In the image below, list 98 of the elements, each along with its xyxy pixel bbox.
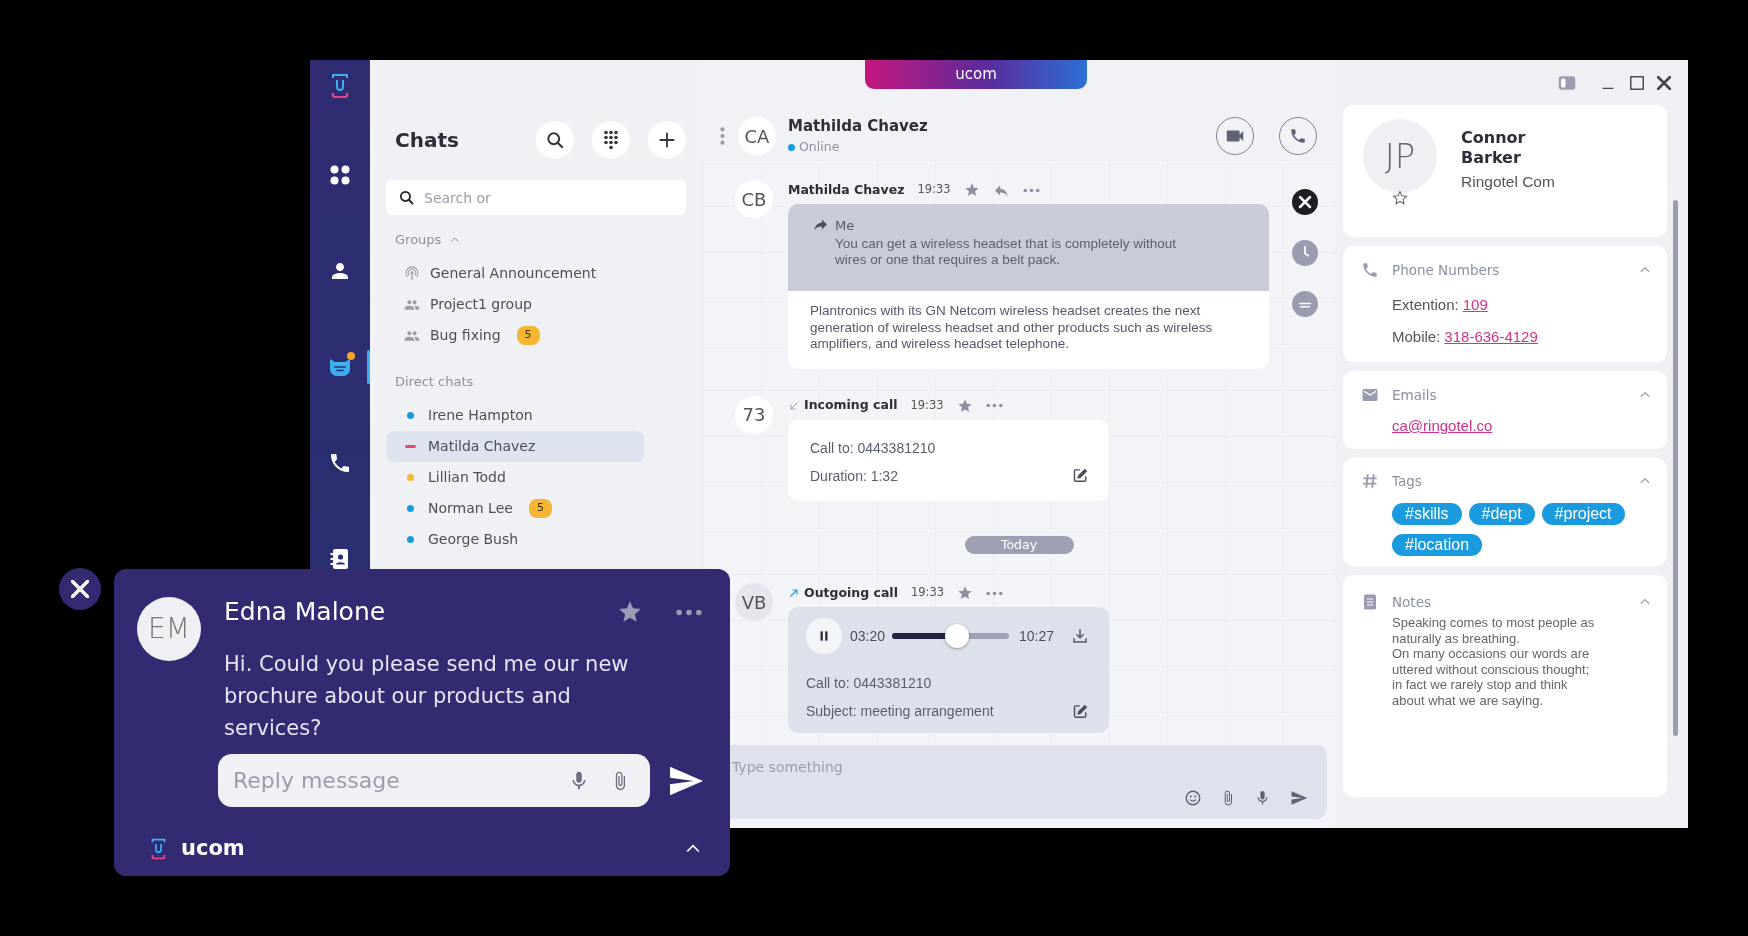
emoji-icon[interactable] bbox=[1184, 789, 1202, 807]
chat-list-item[interactable]: Matilda Chavez bbox=[386, 431, 644, 462]
date-separator: Today bbox=[964, 535, 1074, 554]
email-link[interactable]: ca@ringotel.co bbox=[1392, 417, 1493, 434]
more-options-icon[interactable] bbox=[986, 590, 1004, 596]
star-icon[interactable] bbox=[963, 182, 980, 198]
call-detail: Call to: 0443381210 bbox=[806, 674, 932, 693]
message-time: 19:33 bbox=[910, 584, 945, 602]
reply-field[interactable]: Reply message bbox=[218, 754, 650, 807]
dialpad-button[interactable] bbox=[592, 121, 630, 159]
search-button[interactable] bbox=[536, 121, 574, 159]
avatar: EM bbox=[137, 597, 201, 661]
contact-name: Mathilda Chavez bbox=[788, 116, 928, 138]
section-title: Phone Numbers bbox=[1392, 260, 1500, 280]
total-time: 10:27 bbox=[1019, 626, 1055, 646]
close-button[interactable] bbox=[59, 568, 101, 610]
hash-icon bbox=[1361, 472, 1379, 490]
notes-icon bbox=[1361, 593, 1379, 611]
sender-name: Mathilda Chavez bbox=[788, 180, 905, 199]
phone-link[interactable]: 318-636-4129 bbox=[1444, 328, 1538, 345]
phone-icon bbox=[328, 451, 352, 475]
edit-icon[interactable] bbox=[1072, 467, 1089, 484]
section-label: Direct chats bbox=[395, 373, 474, 392]
online-dot bbox=[788, 143, 795, 151]
outgoing-arrow-icon bbox=[788, 587, 800, 599]
avatar: CB bbox=[735, 180, 773, 218]
logo-icon bbox=[150, 837, 167, 861]
chat-list-item[interactable]: Norman Lee 5 bbox=[386, 493, 644, 524]
more-options-icon[interactable] bbox=[985, 403, 1003, 408]
search-field[interactable]: Search or bbox=[386, 180, 686, 215]
chat-list-item[interactable]: Irene Hampton bbox=[386, 400, 644, 431]
elapsed-time: 03:20 bbox=[850, 626, 886, 646]
star-icon[interactable] bbox=[956, 397, 973, 414]
broadcast-icon bbox=[404, 265, 420, 282]
plus-icon bbox=[657, 130, 677, 150]
close-icon bbox=[71, 580, 89, 598]
count-badge: 5 bbox=[528, 499, 552, 518]
panel-title: Chats bbox=[395, 127, 459, 154]
scrollbar[interactable] bbox=[1673, 200, 1678, 736]
notes-text: Speaking comes to most people as naturally as breathing. On many occasions our words are uttered without conscious thought; in fact we rarely stop and think about what we are saying. bbox=[1392, 615, 1596, 709]
call-detail: Subject: meeting arrangement bbox=[806, 702, 994, 721]
phone-icon bbox=[1361, 261, 1379, 279]
star-icon[interactable] bbox=[617, 599, 643, 625]
slider-thumb[interactable] bbox=[945, 624, 969, 648]
avatar: CA bbox=[738, 117, 776, 155]
avatar: JP bbox=[1363, 119, 1437, 193]
section-title: Emails bbox=[1392, 385, 1437, 405]
sender-name: Edna Malone bbox=[224, 596, 386, 629]
search-icon bbox=[545, 130, 565, 150]
maximize-icon[interactable] bbox=[1630, 75, 1644, 90]
message-time: 19:33 bbox=[917, 181, 951, 199]
brand-name: ucom bbox=[181, 835, 245, 863]
message-text: Plantronics with its GN Netcom wireless headset creates the next generation of wireless headset and other products such as wireless amplifiers, and wireless headset telephone. bbox=[809, 302, 1214, 353]
dialpad-icon bbox=[603, 130, 619, 150]
section-label: Groups bbox=[395, 231, 442, 250]
quote-author: Me bbox=[835, 217, 856, 235]
grid-icon bbox=[328, 163, 352, 187]
status-text: Online bbox=[799, 137, 840, 156]
message-text: Hi. Could you please send me our new brochure about our products and services? bbox=[224, 651, 630, 742]
search-icon bbox=[398, 189, 415, 206]
section-title: Notes bbox=[1392, 592, 1431, 612]
mail-icon bbox=[1361, 386, 1379, 404]
call-detail: Call to: 0443381210 bbox=[810, 438, 936, 458]
chat-list-item[interactable]: Lillian Todd bbox=[386, 462, 644, 493]
avatar: VB bbox=[735, 583, 773, 621]
field-label: Mobile: bbox=[1392, 328, 1441, 345]
add-button[interactable] bbox=[648, 121, 686, 159]
chat-list-item[interactable]: George Bush bbox=[386, 524, 644, 555]
minus-icon[interactable] bbox=[1292, 291, 1318, 317]
avatar: 73 bbox=[735, 395, 773, 434]
message-time: 19:33 bbox=[910, 396, 944, 414]
quoted-text: You can get a wireless headset that is completely without wires or one that requires a belt pack. bbox=[835, 235, 1177, 268]
more-options-icon[interactable] bbox=[675, 608, 703, 616]
close-icon[interactable] bbox=[1292, 189, 1318, 215]
more-options-icon[interactable] bbox=[1022, 187, 1040, 193]
field-label: Extention: bbox=[1392, 296, 1459, 313]
call-detail: Duration: 1:32 bbox=[810, 466, 898, 486]
sidebar-toggle-icon[interactable] bbox=[1557, 73, 1577, 92]
favorite-star-icon[interactable] bbox=[1392, 190, 1408, 206]
star-icon[interactable] bbox=[957, 585, 974, 601]
phone-icon bbox=[1289, 127, 1307, 145]
clock-icon[interactable] bbox=[1292, 240, 1318, 266]
group-item[interactable]: Project1 group bbox=[386, 289, 644, 320]
phone-link[interactable]: 109 bbox=[1462, 296, 1488, 313]
section-title: Tags bbox=[1392, 471, 1422, 491]
count-badge: 5 bbox=[516, 326, 540, 345]
call-title: Outgoing call bbox=[804, 583, 898, 602]
contact-name: Connor Barker bbox=[1461, 128, 1527, 168]
edit-icon[interactable] bbox=[1072, 702, 1089, 720]
logo-icon bbox=[330, 72, 350, 100]
pause-button[interactable] bbox=[806, 618, 842, 654]
group-item[interactable]: Bug fixing 5 bbox=[386, 320, 644, 351]
group-item[interactable]: General Announcement bbox=[386, 258, 644, 289]
company-name: Ringotel Com bbox=[1461, 172, 1555, 192]
close-icon[interactable] bbox=[1657, 75, 1671, 90]
call-title: Incoming call bbox=[804, 396, 898, 415]
download-icon[interactable] bbox=[1071, 627, 1089, 645]
incoming-arrow-icon bbox=[788, 399, 800, 412]
